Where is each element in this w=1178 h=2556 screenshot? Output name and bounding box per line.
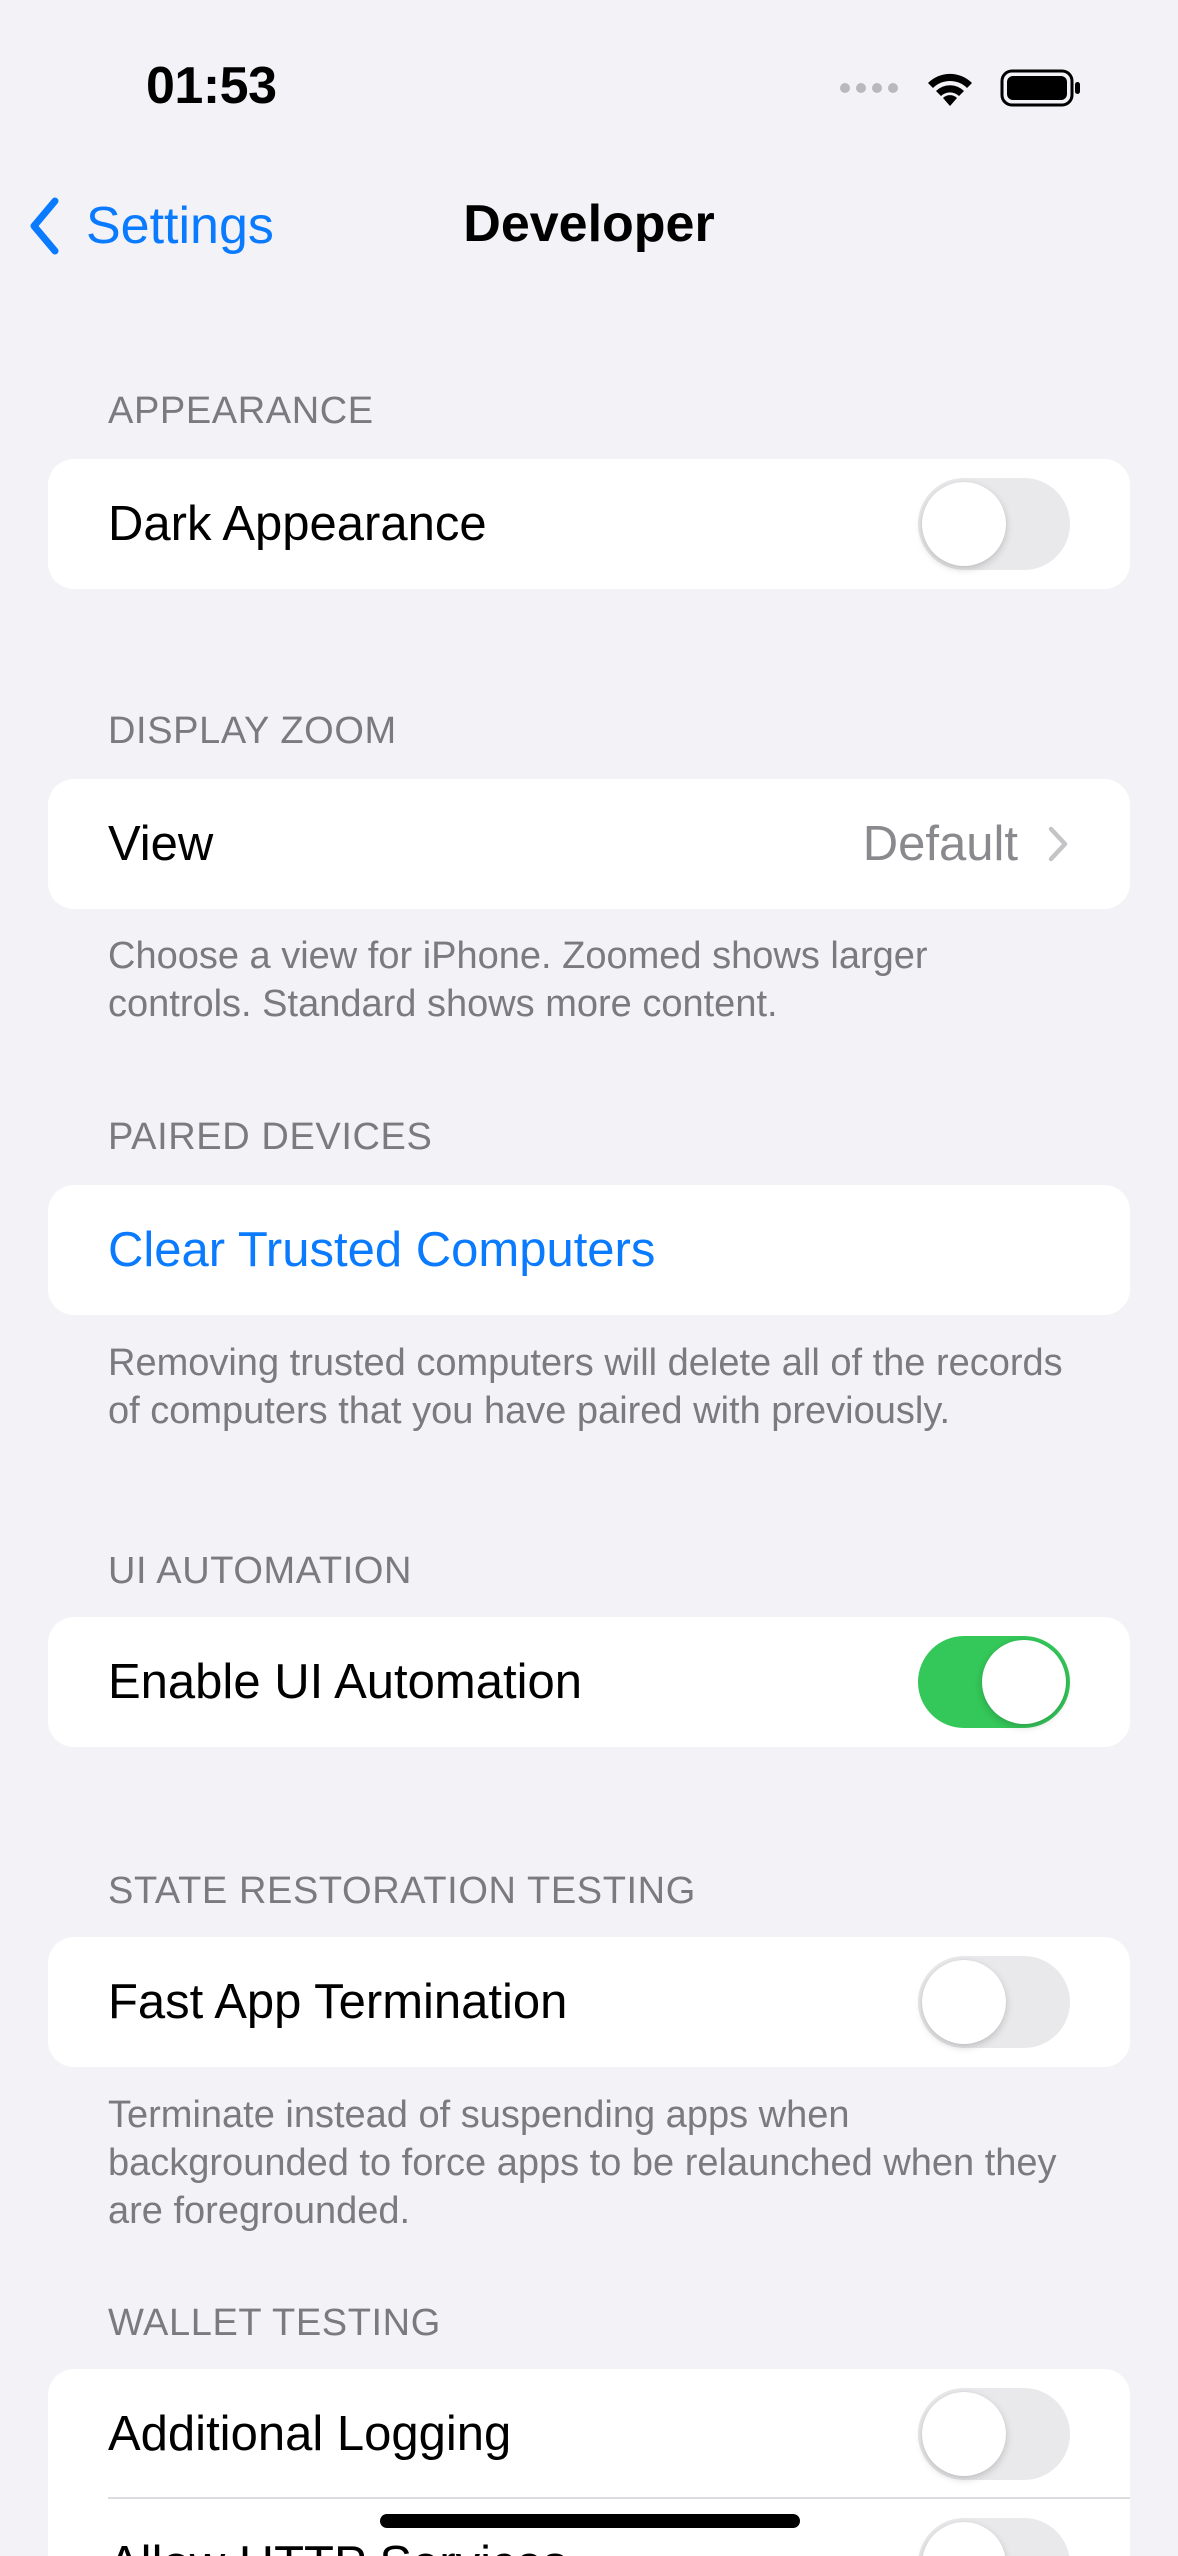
appearance-group: Dark Appearance [48,459,1130,589]
paired-devices-footer: Removing trusted computers will delete a… [108,1342,1063,1432]
additional-logging-toggle[interactable] [918,2388,1070,2480]
fast-app-termination-toggle[interactable] [918,1956,1070,2048]
home-indicator[interactable] [380,2514,800,2528]
view-label: View [108,817,214,871]
chevron-right-icon [1048,826,1068,862]
additional-logging-label: Additional Logging [108,2407,512,2461]
no-signal-icon [840,83,898,93]
clear-trusted-computers-button[interactable]: Clear Trusted Computers [48,1185,1130,1315]
view-value: Default [862,817,1018,871]
section-header-paired-devices: PAIRED DEVICES [108,1116,433,1158]
paired-devices-group: Clear Trusted Computers [48,1185,1130,1315]
fast-app-termination-label: Fast App Termination [108,1975,568,2029]
developer-settings-screen: 01:53 Settings Developer APPEARANCE Dark… [0,0,1178,2556]
clear-trusted-computers-label: Clear Trusted Computers [108,1223,656,1277]
toggle-knob [922,2392,1006,2476]
state-restoration-footer: Terminate instead of suspending apps whe… [108,2094,1057,2232]
dark-appearance-label: Dark Appearance [108,497,487,551]
state-restoration-group: Fast App Termination [48,1937,1130,2067]
allow-http-services-toggle[interactable] [918,2518,1070,2556]
section-header-ui-automation: UI AUTOMATION [108,1550,413,1592]
toggle-knob [922,482,1006,566]
section-header-display-zoom: DISPLAY ZOOM [108,710,397,752]
battery-icon [1000,69,1080,107]
status-indicators [840,64,1082,112]
page-title: Developer [463,195,715,253]
status-time: 01:53 [146,57,277,115]
toggle-knob [922,2522,1006,2556]
display-zoom-footer: Choose a view for iPhone. Zoomed shows l… [108,935,928,1025]
section-header-state-restoration: STATE RESTORATION TESTING [108,1870,696,1912]
allow-http-services-label: Allow HTTP Services [108,2536,567,2556]
dark-appearance-row: Dark Appearance [48,459,1130,589]
section-header-wallet-testing: WALLET TESTING [108,2302,441,2344]
enable-ui-automation-label: Enable UI Automation [108,1655,582,1709]
enable-ui-automation-toggle[interactable] [918,1636,1070,1728]
fast-app-termination-row: Fast App Termination [48,1937,1130,2067]
dark-appearance-toggle[interactable] [918,478,1070,570]
ui-automation-group: Enable UI Automation [48,1617,1130,1747]
wifi-icon [928,73,972,106]
toggle-knob [922,1960,1006,2044]
section-header-appearance: APPEARANCE [108,390,374,432]
display-zoom-group: View Default [48,779,1130,909]
enable-ui-automation-row: Enable UI Automation [48,1617,1130,1747]
toggle-knob [982,1640,1066,1724]
view-row[interactable]: View Default [48,779,1130,909]
additional-logging-row: Additional Logging [48,2369,1130,2499]
